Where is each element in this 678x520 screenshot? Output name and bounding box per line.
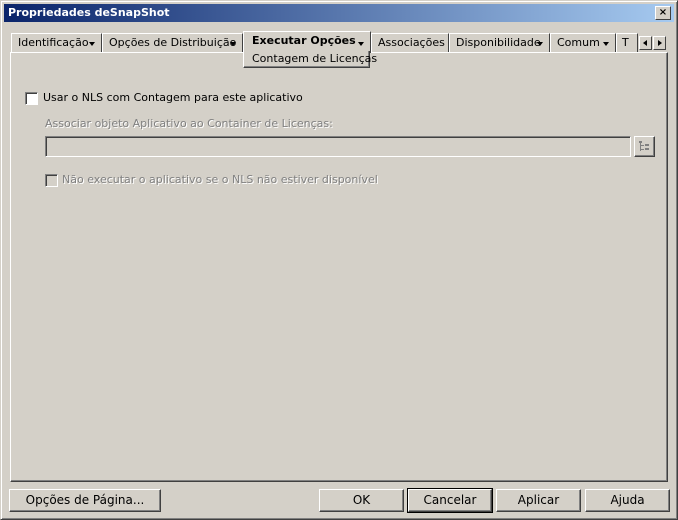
scroll-right-icon — [658, 40, 662, 46]
tab-disponibilidade[interactable]: Disponibilidade — [449, 33, 550, 52]
associate-container-label: Associar objeto Aplicativo ao Container … — [45, 117, 333, 130]
license-container-field[interactable] — [45, 136, 631, 157]
no-run-label[interactable]: Não executar o aplicativo se o NLS não e… — [62, 173, 378, 186]
properties-dialog: Propriedades deSnapShot × Identificação … — [0, 0, 678, 520]
scroll-left-icon — [643, 40, 647, 46]
close-button[interactable]: × — [655, 6, 671, 20]
tab-label: Associações — [378, 36, 445, 49]
tab-scroll-right-button[interactable] — [653, 36, 666, 50]
page-options-button[interactable]: Opções de Página... — [9, 489, 161, 512]
tab-label: Comum — [557, 36, 600, 49]
chevron-down-icon[interactable] — [89, 42, 95, 46]
apply-button[interactable]: Aplicar — [496, 489, 581, 512]
window-title: Propriedades deSnapShot — [8, 6, 170, 19]
tab-scroll-left-button[interactable] — [639, 36, 652, 50]
ok-button[interactable]: OK — [319, 489, 404, 512]
chevron-down-icon[interactable] — [537, 42, 543, 46]
browse-tree-icon — [639, 141, 649, 151]
chevron-down-icon[interactable] — [230, 42, 236, 46]
tab-label: Executar Opções — [252, 34, 356, 47]
tab-label: Opções de Distribuição — [109, 36, 237, 49]
tab-identificacao[interactable]: Identificação — [11, 33, 102, 52]
help-button[interactable]: Ajuda — [585, 489, 670, 512]
tab-label: T — [622, 36, 629, 49]
title-bar: Propriedades deSnapShot × — [4, 4, 674, 22]
tab-label: Disponibilidade — [456, 36, 541, 49]
browse-button[interactable] — [634, 136, 655, 157]
tab-associacoes[interactable]: Associações — [371, 33, 449, 52]
close-icon: × — [658, 7, 668, 18]
use-nls-checkbox[interactable] — [25, 92, 38, 105]
chevron-down-icon[interactable] — [603, 42, 609, 46]
tab-label: Identificação — [18, 36, 89, 49]
cancel-button[interactable]: Cancelar — [407, 488, 493, 513]
tab-comum[interactable]: Comum — [550, 33, 616, 52]
subtab-contagem-licencas[interactable]: Contagem de Licenças — [243, 51, 377, 68]
chevron-down-icon[interactable] — [358, 42, 364, 46]
tab-executar-opcoes[interactable]: Executar Opções — [243, 31, 371, 53]
no-run-checkbox[interactable] — [45, 174, 58, 187]
tab-truncated[interactable]: T — [616, 33, 638, 52]
use-nls-label[interactable]: Usar o NLS com Contagem para este aplica… — [43, 91, 303, 104]
subtab-label: Contagem de Licenças — [252, 52, 378, 65]
tab-opcoes-distribuicao[interactable]: Opções de Distribuição — [102, 33, 243, 52]
